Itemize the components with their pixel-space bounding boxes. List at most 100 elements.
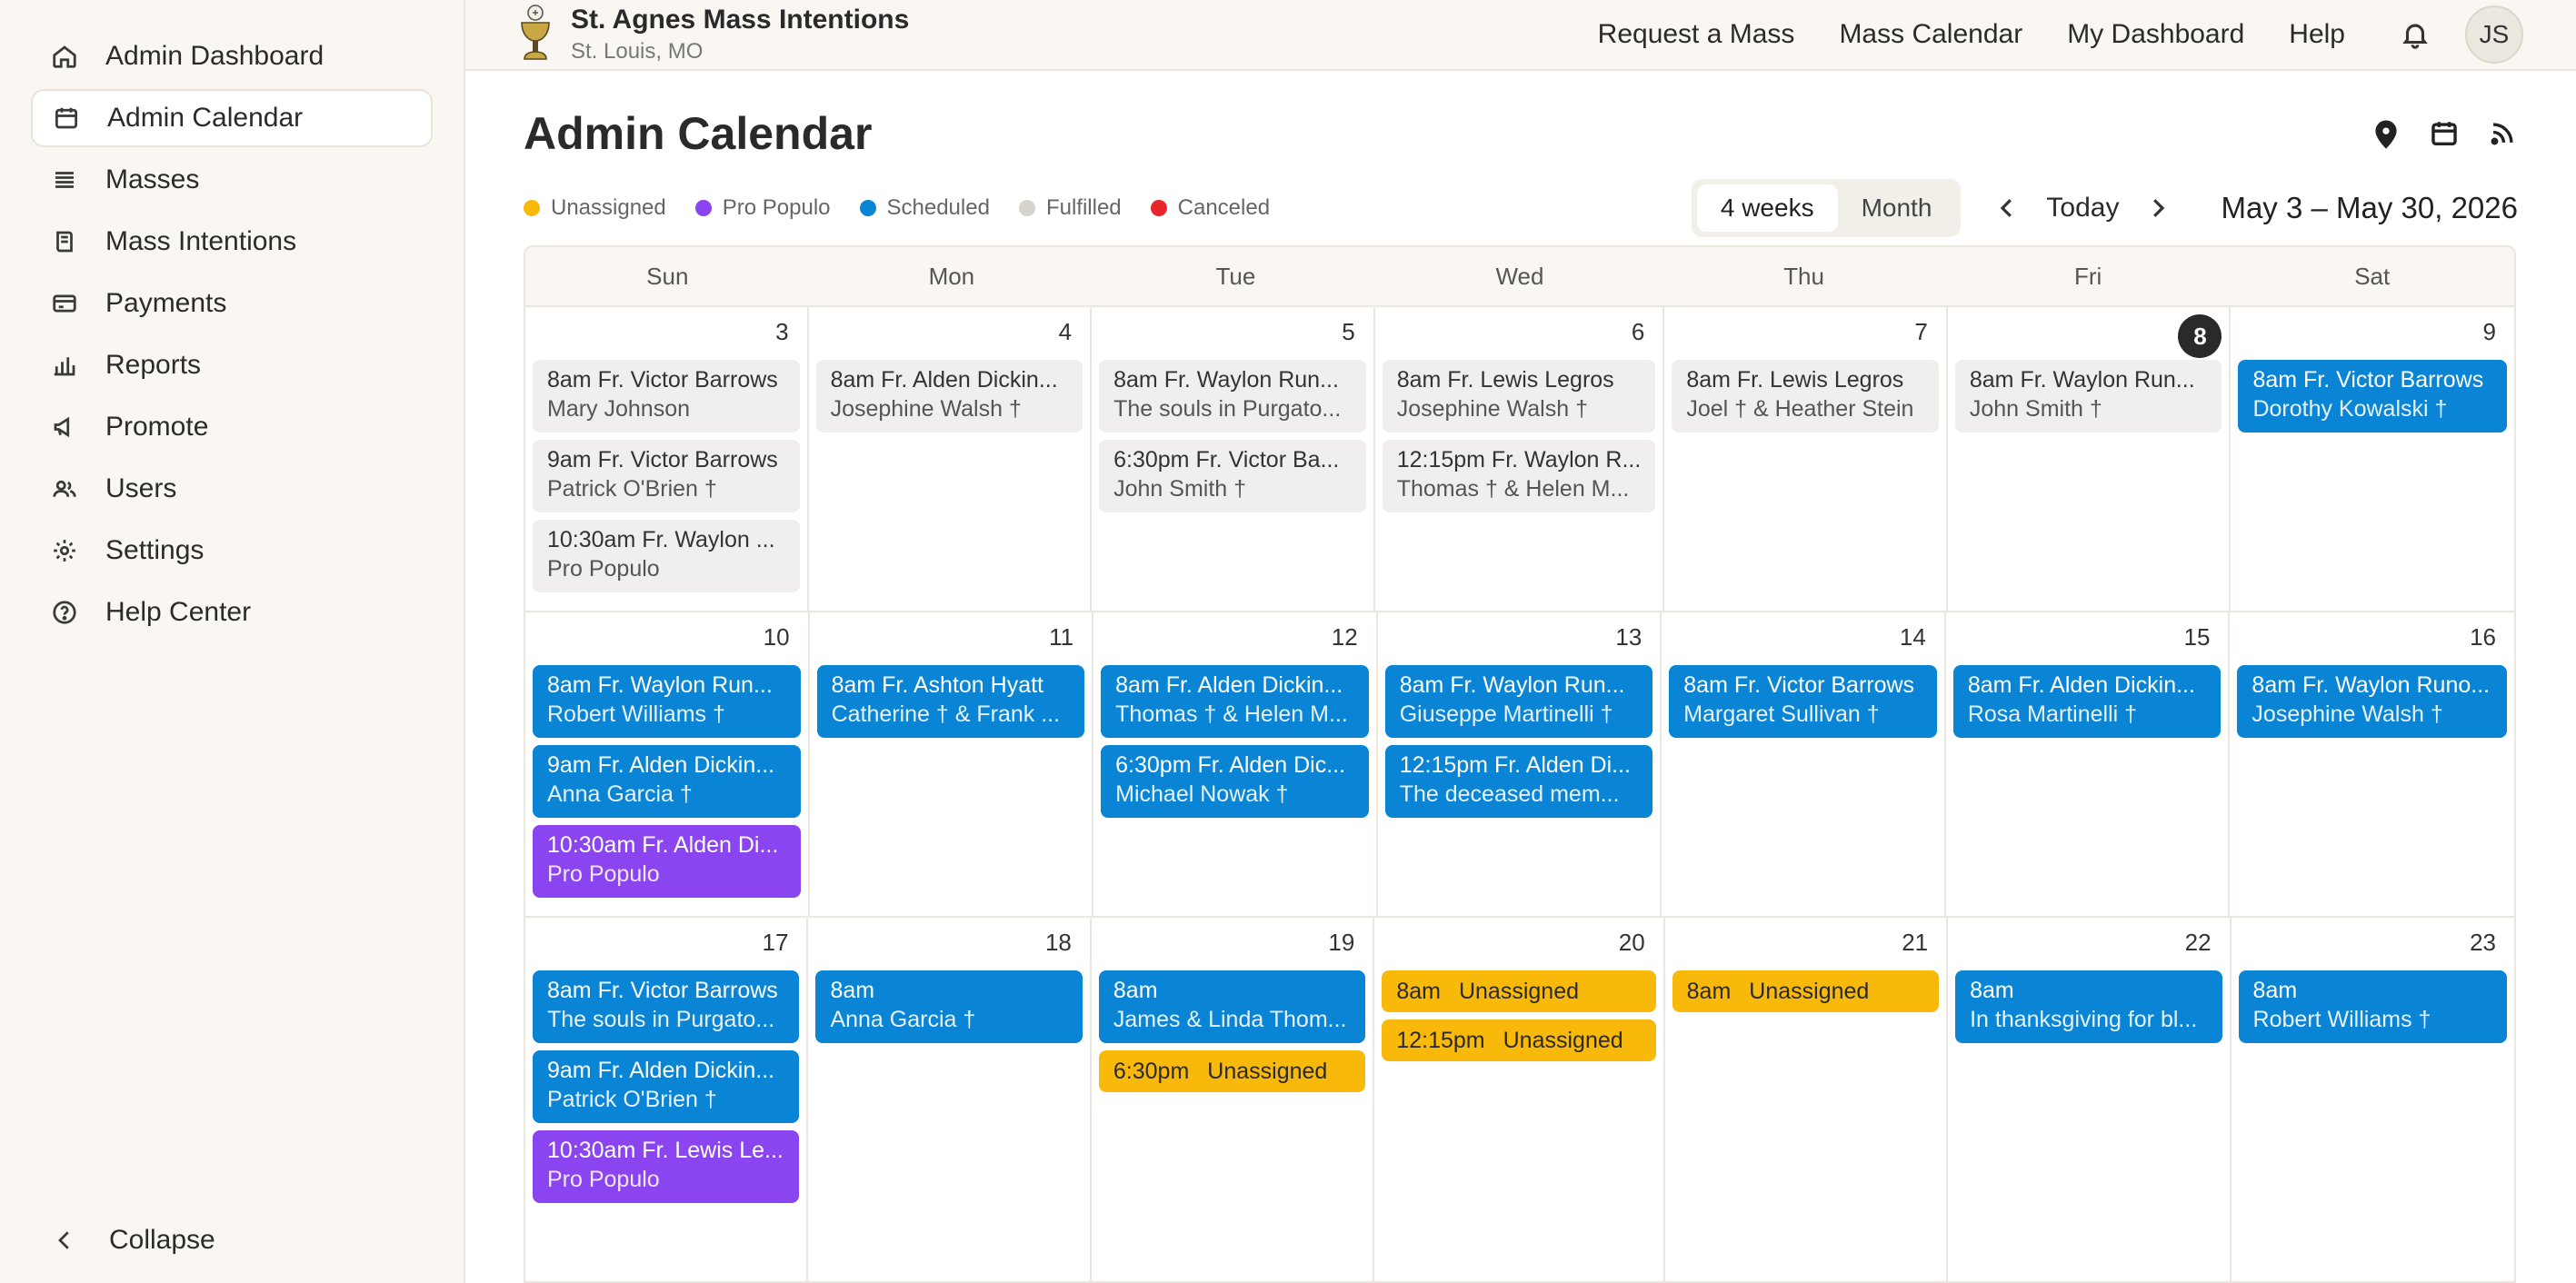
mass-event[interactable]: 9am Fr. Alden Dickin... Patrick O'Brien † bbox=[533, 1050, 800, 1123]
previous-arrow-icon[interactable] bbox=[1993, 194, 2021, 222]
mass-event[interactable]: 9am Fr. Victor Barrows Patrick O'Brien † bbox=[533, 440, 800, 512]
nav-help[interactable]: Help bbox=[2289, 19, 2345, 50]
sidebar-item-admin-dashboard[interactable]: Admin Dashboard bbox=[31, 27, 433, 85]
nav-my-dashboard[interactable]: My Dashboard bbox=[2067, 19, 2244, 50]
day-cell[interactable]: 22 8am In thanksgiving for bl... bbox=[1948, 918, 2232, 1281]
view-4-weeks-button[interactable]: 4 weeks bbox=[1696, 184, 1838, 232]
mass-event[interactable]: 8am Fr. Lewis Legros Josephine Walsh † bbox=[1382, 360, 1656, 433]
mass-event-unassigned[interactable]: 8am Unassigned bbox=[1382, 970, 1656, 1012]
mass-event[interactable]: 8am Fr. Victor Barrows The souls in Purga… bbox=[533, 970, 800, 1043]
day-cell[interactable]: 6 8am Fr. Lewis Legros Josephine Walsh † 12… bbox=[1375, 307, 1665, 611]
day-number: 3 bbox=[775, 318, 789, 345]
mass-event[interactable]: 8am Fr. Waylon Run... John Smith † bbox=[1954, 360, 2222, 433]
mass-event[interactable]: 8am Anna Garcia † bbox=[815, 970, 1083, 1043]
day-cell[interactable]: 18 8am Anna Garcia † bbox=[808, 918, 1092, 1281]
sidebar-item-payments[interactable]: Payments bbox=[31, 274, 433, 333]
event-status: Unassigned bbox=[1503, 1028, 1623, 1053]
event-intention: Margaret Sullivan † bbox=[1683, 701, 1880, 727]
sidebar-item-mass-intentions[interactable]: Mass Intentions bbox=[31, 213, 433, 271]
rss-feed-icon[interactable] bbox=[2487, 118, 2518, 149]
next-arrow-icon[interactable] bbox=[2144, 194, 2172, 222]
legend-item-fulfilled: Fulfilled bbox=[1018, 195, 1122, 221]
day-cell[interactable]: 3 8am Fr. Victor Barrows Mary Johnson 9am F… bbox=[525, 307, 809, 611]
brand[interactable]: St. Agnes Mass Intentions St. Louis, MO bbox=[516, 5, 909, 65]
mass-event[interactable]: 8am Fr. Waylon Run... Giuseppe Martinelli… bbox=[1384, 665, 1653, 738]
day-cell[interactable]: 19 8am James & Linda Thom... 6:30pm Unassign… bbox=[1092, 918, 1375, 1281]
mass-event[interactable]: 10:30am Fr. Alden Di... Pro Populo bbox=[533, 825, 801, 898]
day-cell[interactable]: 10 8am Fr. Waylon Run... Robert Williams †… bbox=[525, 612, 810, 916]
day-number: 6 bbox=[1631, 318, 1645, 345]
day-number: 22 bbox=[2184, 929, 2212, 956]
mass-event-unassigned[interactable]: 8am Unassigned bbox=[1672, 970, 1940, 1012]
mass-event[interactable]: 6:30pm Fr. Victor Ba... John Smith † bbox=[1099, 440, 1366, 512]
user-avatar[interactable]: JS bbox=[2465, 5, 2523, 64]
mass-event[interactable]: 10:30am Fr. Waylon ... Pro Populo bbox=[533, 520, 800, 592]
weekday-label: Sun bbox=[646, 262, 689, 290]
mass-event[interactable]: 8am Fr. Victor Barrows Dorothy Kowalski † bbox=[2238, 360, 2507, 433]
day-number: 20 bbox=[1618, 929, 1645, 956]
day-cell[interactable]: 7 8am Fr. Lewis Legros Joel † & Heather St… bbox=[1664, 307, 1948, 611]
collapse-button[interactable]: Collapse bbox=[51, 1225, 215, 1256]
day-cell[interactable]: 13 8am Fr. Waylon Run... Giuseppe Martinel… bbox=[1378, 612, 1662, 916]
day-number: 21 bbox=[1902, 929, 1929, 956]
sidebar-item-promote[interactable]: Promote bbox=[31, 398, 433, 456]
day-cell[interactable]: 23 8am Robert Williams † bbox=[2232, 918, 2514, 1281]
calendar-week-row: 3 8am Fr. Victor Barrows Mary Johnson 9am F… bbox=[525, 307, 2514, 612]
nav-request-mass[interactable]: Request a Mass bbox=[1598, 19, 1795, 50]
sidebar-item-masses[interactable]: Masses bbox=[31, 151, 433, 209]
main-area: St. Agnes Mass Intentions St. Louis, MO … bbox=[465, 0, 2576, 1283]
sidebar-item-users[interactable]: Users bbox=[31, 460, 433, 518]
calendar-export-icon[interactable] bbox=[2429, 118, 2460, 149]
sidebar-item-admin-calendar[interactable]: Admin Calendar bbox=[31, 89, 433, 147]
mass-event[interactable]: 8am Fr. Victor Barrows Margaret Sullivan … bbox=[1669, 665, 1937, 738]
view-month-button[interactable]: Month bbox=[1838, 184, 1956, 232]
nav-mass-calendar[interactable]: Mass Calendar bbox=[1839, 19, 2022, 50]
mass-event[interactable]: 8am Fr. Alden Dickin... Rosa Martinelli † bbox=[1952, 665, 2222, 738]
mass-event[interactable]: 8am Fr. Alden Dickin... Josephine Walsh † bbox=[815, 360, 1083, 433]
mass-event[interactable]: 12:15pm Fr. Alden Di... The deceased mem.… bbox=[1384, 745, 1653, 818]
mass-event[interactable]: 8am In thanksgiving for bl... bbox=[1955, 970, 2222, 1043]
mass-event[interactable]: 8am Robert Williams † bbox=[2238, 970, 2507, 1043]
day-cell[interactable]: 14 8am Fr. Victor Barrows Margaret Sulliva… bbox=[1662, 612, 1946, 916]
notifications-bell-icon[interactable] bbox=[2400, 19, 2431, 50]
mass-event[interactable]: 8am Fr. Alden Dickin... Thomas † & Helen … bbox=[1101, 665, 1369, 738]
mass-event[interactable]: 12:15pm Fr. Waylon R... Thomas † & Helen … bbox=[1382, 440, 1656, 512]
mass-event[interactable]: 8am Fr. Lewis Legros Joel † & Heather Ste… bbox=[1672, 360, 1939, 433]
mass-event-unassigned[interactable]: 12:15pm Unassigned bbox=[1382, 1019, 1656, 1061]
legend-item-pro-populo: Pro Populo bbox=[694, 195, 831, 221]
mass-event[interactable]: 8am Fr. Ashton Hyatt Catherine † & Frank … bbox=[816, 665, 1085, 738]
mass-event[interactable]: 8am Fr. Waylon Run... Robert Williams † bbox=[533, 665, 801, 738]
day-cell[interactable]: 9 8am Fr. Victor Barrows Dorothy Kowalski … bbox=[2231, 307, 2514, 611]
calendar-icon bbox=[53, 104, 80, 132]
mass-event[interactable]: 6:30pm Fr. Alden Dic... Michael Nowak † bbox=[1101, 745, 1369, 818]
day-number: 5 bbox=[1342, 318, 1355, 345]
mass-event[interactable]: 8am Fr. Waylon Run... The souls in Purgat… bbox=[1099, 360, 1366, 433]
event-intention: Josephine Walsh † bbox=[830, 396, 1022, 422]
mass-event[interactable]: 8am Fr. Waylon Runo... Josephine Walsh † bbox=[2237, 665, 2507, 738]
mass-event[interactable]: 8am James & Linda Thom... bbox=[1098, 970, 1366, 1043]
day-cell[interactable]: 8 8am Fr. Waylon Run... John Smith † bbox=[1948, 307, 2232, 611]
day-cell[interactable]: 20 8am Unassigned 12:15pm Unassigned bbox=[1374, 918, 1665, 1281]
event-time: 6:30pm bbox=[1113, 1059, 1190, 1084]
day-cell[interactable]: 17 8am Fr. Victor Barrows The souls in Pur… bbox=[525, 918, 809, 1281]
day-cell[interactable]: 16 8am Fr. Waylon Runo... Josephine Walsh … bbox=[2230, 612, 2514, 916]
sidebar-item-help-center[interactable]: Help Center bbox=[31, 583, 433, 642]
today-button[interactable]: Today bbox=[2046, 193, 2119, 224]
sidebar-item-settings[interactable]: Settings bbox=[31, 522, 433, 580]
mass-event[interactable]: 9am Fr. Alden Dickin... Anna Garcia † bbox=[533, 745, 801, 818]
location-pin-icon[interactable] bbox=[2371, 118, 2401, 149]
sidebar-item-reports[interactable]: Reports bbox=[31, 336, 433, 394]
event-title: 8am Fr. Alden Dickin... bbox=[830, 367, 1058, 393]
day-cell[interactable]: 21 8am Unassigned bbox=[1665, 918, 1949, 1281]
event-title: 8am Fr. Waylon Run... bbox=[547, 672, 773, 698]
mass-event[interactable]: 8am Fr. Victor Barrows Mary Johnson bbox=[533, 360, 800, 433]
day-cell[interactable]: 12 8am Fr. Alden Dickin... Thomas † & Hele… bbox=[1093, 612, 1378, 916]
mass-event[interactable]: 10:30am Fr. Lewis Le... Pro Populo bbox=[533, 1130, 800, 1203]
day-cell[interactable]: 11 8am Fr. Ashton Hyatt Catherine † & Fran… bbox=[810, 612, 1094, 916]
gear-icon bbox=[51, 537, 78, 564]
day-cell[interactable]: 4 8am Fr. Alden Dickin... Josephine Walsh … bbox=[809, 307, 1093, 611]
calendar-week-row: 10 8am Fr. Waylon Run... Robert Williams †… bbox=[525, 612, 2514, 918]
day-cell[interactable]: 15 8am Fr. Alden Dickin... Rosa Martinelli… bbox=[1946, 612, 2231, 916]
day-cell[interactable]: 5 8am Fr. Waylon Run... The souls in Purga… bbox=[1092, 307, 1375, 611]
mass-event-unassigned[interactable]: 6:30pm Unassigned bbox=[1098, 1050, 1366, 1092]
